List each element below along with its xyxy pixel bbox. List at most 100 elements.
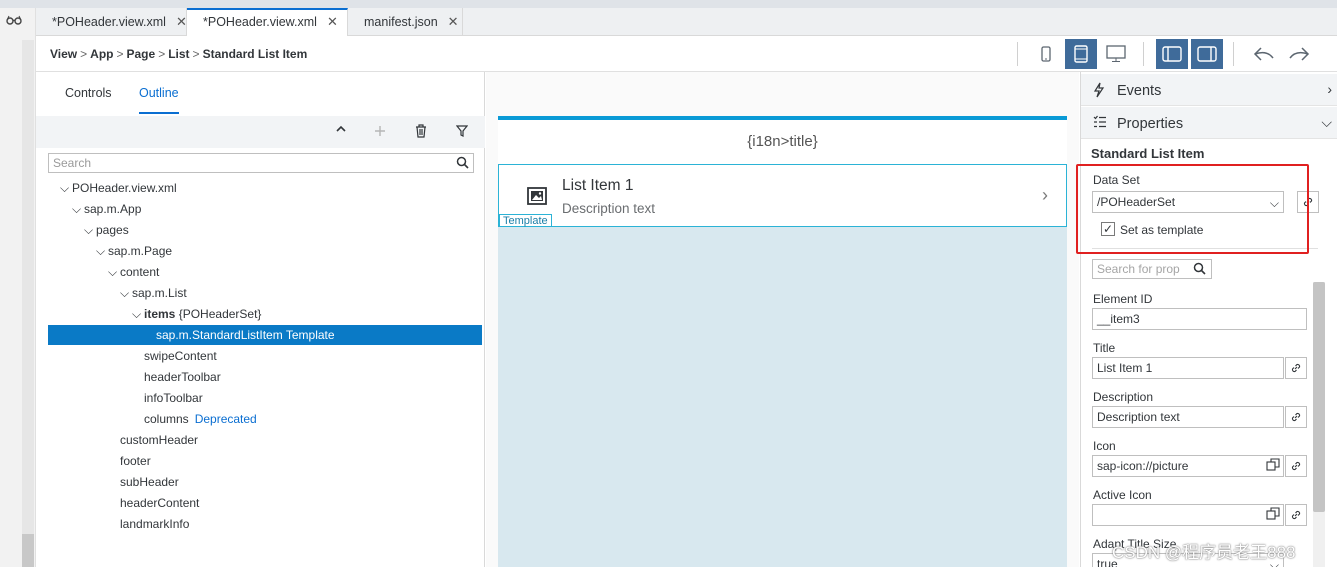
top-strip <box>0 0 1337 8</box>
properties-section[interactable]: Properties ⌵ <box>1081 107 1337 139</box>
tab-controls[interactable]: Controls <box>65 86 112 100</box>
gutter-scroll-thumb[interactable] <box>22 534 34 567</box>
tab-label: *POHeader.view.xml <box>52 15 166 29</box>
undo-icon <box>1253 47 1274 61</box>
preview-list-item[interactable]: List Item 1 Description text › <box>498 164 1067 227</box>
chevron-down-icon[interactable]: ⌵ <box>84 220 96 240</box>
tree-node[interactable]: headerToolbar <box>144 367 221 387</box>
chevron-right-icon[interactable]: › <box>1327 81 1332 97</box>
divider <box>1092 248 1318 249</box>
data-set-label: Data Set <box>1093 173 1140 187</box>
add-icon[interactable] <box>374 124 386 140</box>
template-badge: Template <box>499 214 552 227</box>
tab-manifest-json[interactable]: manifest.json ✕ <box>348 8 463 36</box>
title-label: Title <box>1093 341 1116 355</box>
right-pane-icon <box>1197 46 1217 62</box>
tree-node[interactable]: subHeader <box>120 472 179 492</box>
chevron-down-icon[interactable]: ⌵ <box>96 241 108 261</box>
title-binding-button[interactable] <box>1285 357 1307 379</box>
desktop-view-button[interactable] <box>1100 39 1132 69</box>
tab-poheader-view-1[interactable]: *POHeader.view.xml ✕ <box>36 8 187 36</box>
chevron-down-icon[interactable]: ⌵ <box>60 178 72 198</box>
chevron-down-icon[interactable]: ⌵ <box>1321 114 1332 131</box>
tab-outline[interactable]: Outline <box>139 86 179 114</box>
page-preview[interactable]: {i18n>title} List Item 1 Description tex… <box>498 116 1067 567</box>
tree-node[interactable]: landmarkInfo <box>120 514 189 534</box>
set-as-template-label: Set as template <box>1120 223 1204 237</box>
breadcrumb-bar: View > App > Page > List > Standard List Item <box>36 36 1337 72</box>
tree-node[interactable]: ⌵ POHeader.view.xml <box>60 178 177 198</box>
breadcrumb-list[interactable]: List <box>168 47 189 61</box>
close-icon[interactable]: ✕ <box>448 14 459 29</box>
chevron-down-icon[interactable]: ⌵ <box>108 262 120 282</box>
link-icon <box>1303 197 1313 207</box>
property-search <box>1092 259 1212 279</box>
tablet-icon <box>1074 45 1088 63</box>
tree-node[interactable]: swipeContent <box>144 346 217 366</box>
icon-binding-button[interactable] <box>1285 455 1307 477</box>
set-as-template-checkbox[interactable]: ✓ <box>1101 222 1115 236</box>
tree-node[interactable]: ⌵ sap.m.App <box>72 199 141 219</box>
tablet-view-button[interactable] <box>1065 39 1097 69</box>
value-help-icon[interactable] <box>1266 507 1280 525</box>
properties-panel: Events › Properties ⌵ Standard List Item… <box>1080 72 1337 567</box>
close-icon[interactable]: ✕ <box>176 14 187 29</box>
tree-node[interactable]: ⌵ sap.m.List <box>120 283 187 303</box>
chevron-down-icon[interactable]: ⌵ <box>72 199 84 219</box>
element-id-field[interactable]: __item3 <box>1092 308 1307 330</box>
search-icon[interactable] <box>456 156 469 172</box>
outline-search <box>48 153 474 173</box>
toggle-left-pane-button[interactable] <box>1156 39 1188 69</box>
events-section[interactable]: Events › <box>1081 74 1337 106</box>
chevron-down-icon[interactable]: ⌵ <box>120 283 132 303</box>
preview-page-header[interactable]: {i18n>title} <box>498 116 1067 164</box>
filter-icon[interactable] <box>455 124 469 140</box>
tree-node[interactable]: customHeader <box>120 430 198 450</box>
value-help-icon[interactable] <box>1266 458 1280 476</box>
property-search-input[interactable] <box>1093 260 1189 278</box>
breadcrumb-page[interactable]: Page <box>127 47 156 61</box>
active-icon-label: Active Icon <box>1093 488 1152 502</box>
close-icon[interactable]: ✕ <box>327 14 338 29</box>
watermark: CSDN @程序员老王888 <box>1112 543 1296 562</box>
tab-poheader-view-2[interactable]: *POHeader.view.xml ✕ <box>187 8 348 37</box>
search-icon[interactable] <box>1193 262 1206 278</box>
chevron-down-icon[interactable]: ⌵ <box>1270 193 1279 212</box>
chevron-down-icon[interactable]: ⌵ <box>132 304 144 324</box>
tree-node[interactable]: ⌵ items {POHeaderSet} <box>132 304 261 324</box>
undo-button[interactable] <box>1248 39 1280 69</box>
search-input[interactable] <box>49 154 449 172</box>
data-set-binding-button[interactable] <box>1297 191 1319 213</box>
phone-view-button[interactable] <box>1030 39 1062 69</box>
glasses-icon[interactable] <box>6 14 22 28</box>
description-binding-button[interactable] <box>1285 406 1307 428</box>
tree-node[interactable]: footer <box>120 451 151 471</box>
active-icon-field[interactable] <box>1092 504 1284 526</box>
tree-node[interactable]: infoToolbar <box>144 388 203 408</box>
left-pane-icon <box>1162 46 1182 62</box>
tree-node[interactable]: headerContent <box>120 493 199 513</box>
description-field[interactable]: Description text <box>1092 406 1284 428</box>
toolbar-separator <box>1143 42 1144 66</box>
tab-label: *POHeader.view.xml <box>203 15 317 29</box>
delete-icon[interactable] <box>415 124 427 141</box>
tree-node[interactable]: ⌵ pages <box>84 220 129 240</box>
tree-node[interactable]: columns Deprecated <box>144 409 257 429</box>
desktop-icon <box>1106 45 1126 62</box>
title-field[interactable]: List Item 1 <box>1092 357 1284 379</box>
active-icon-binding-button[interactable] <box>1285 504 1307 526</box>
editor-tab-bar: *POHeader.view.xml ✕ *POHeader.view.xml ✕ … <box>36 8 1337 37</box>
left-gutter <box>0 8 36 567</box>
icon-field[interactable]: sap-icon://picture <box>1092 455 1284 477</box>
redo-button[interactable] <box>1283 39 1315 69</box>
breadcrumb-app[interactable]: App <box>90 47 113 61</box>
toggle-right-pane-button[interactable] <box>1191 39 1223 69</box>
data-set-select[interactable]: /POHeaderSet ⌵ <box>1092 191 1284 213</box>
tree-node[interactable]: ⌵ content <box>108 262 159 282</box>
tree-node[interactable]: ⌵ sap.m.Page <box>96 241 172 261</box>
tree-node-selected[interactable]: sap.m.StandardListItem Template <box>48 325 482 345</box>
collapse-up-icon[interactable] <box>335 122 347 138</box>
gutter-scrollbar[interactable] <box>22 40 34 567</box>
breadcrumb-view[interactable]: View <box>50 47 77 61</box>
properties-scroll-thumb[interactable] <box>1313 282 1325 512</box>
